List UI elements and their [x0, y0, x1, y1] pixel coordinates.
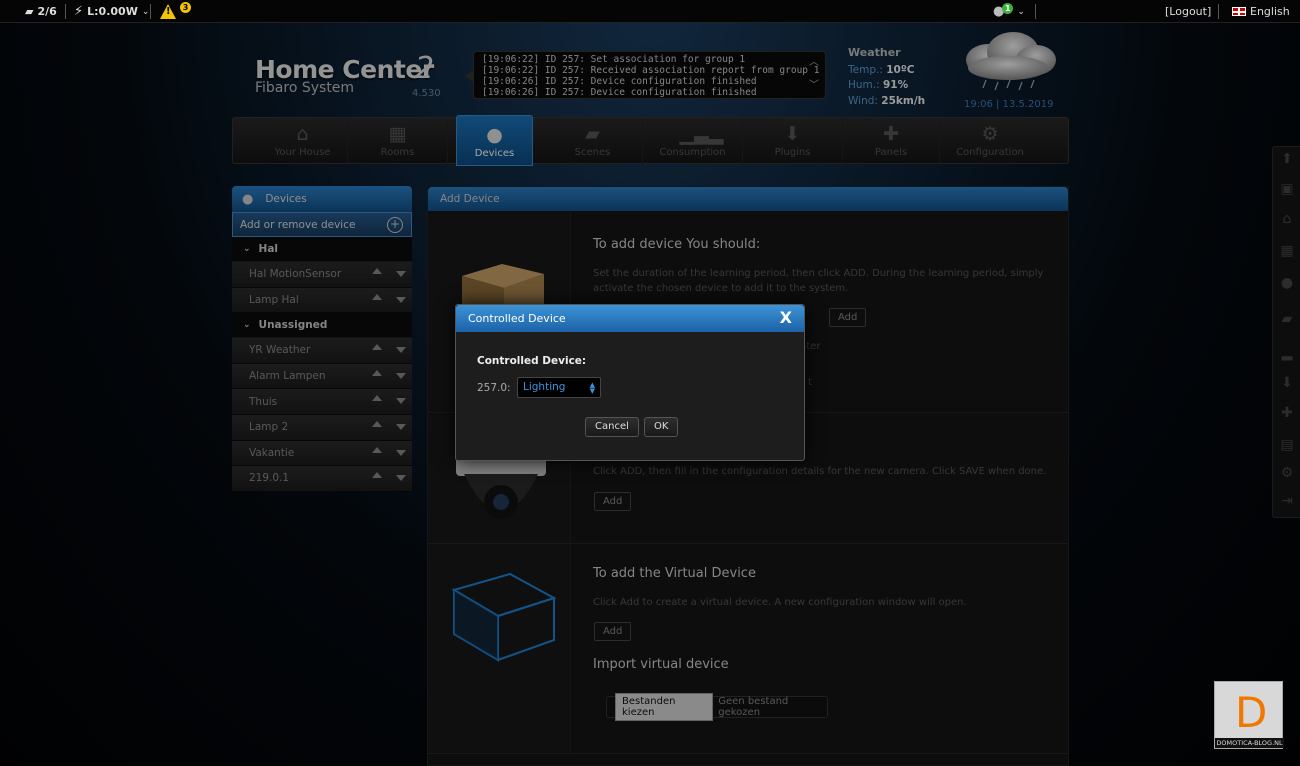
users-count: 1: [1002, 3, 1014, 14]
ok-button[interactable]: OK: [644, 417, 679, 437]
devices-count: 2/6: [37, 5, 57, 18]
close-button[interactable]: X: [780, 308, 792, 327]
language-label: English: [1250, 5, 1290, 18]
dialog-title: Controlled Device: [468, 312, 566, 325]
device-type-select[interactable]: Lighting ▲ ▼: [517, 377, 601, 398]
devices-status[interactable]: ▰ 2/6: [25, 0, 57, 23]
node-id-label: 257.0:: [477, 382, 511, 394]
chevron-down-icon: ⌄: [141, 6, 150, 17]
watermark-text: DOMOTICA-BLOG.NL: [1215, 738, 1284, 748]
warning-icon: [160, 4, 176, 19]
power-value: L:0.00W: [87, 5, 138, 18]
power-status[interactable]: ⚡ L:0.00W ⌄: [74, 0, 149, 23]
select-arrows-icon: ▲ ▼: [589, 381, 595, 395]
watermark-letter: D: [1235, 688, 1268, 737]
device-icon: ▰: [25, 5, 34, 18]
top-bar: ▰ 2/6 ⚡ L:0.00W ⌄ 3 ● 1 ⌄ [Logout] Engli…: [0, 0, 1300, 23]
warnings-count: 3: [180, 2, 191, 13]
lightning-icon: ⚡: [74, 4, 84, 19]
logout-label: [Logout]: [1165, 5, 1212, 18]
watermark-logo: D DOMOTICA-BLOG.NL: [1214, 681, 1284, 749]
logout-link[interactable]: [Logout]: [1165, 0, 1211, 23]
selected-value: Lighting: [523, 381, 566, 393]
warnings-status[interactable]: 3: [160, 0, 191, 23]
cancel-button[interactable]: Cancel: [585, 417, 639, 437]
uk-flag-icon: [1232, 7, 1246, 16]
controlled-device-dialog: Controlled Device X Controlled Device: 2…: [455, 304, 805, 461]
users-status[interactable]: ● 1 ⌄: [993, 0, 1025, 23]
language-selector[interactable]: English: [1232, 0, 1290, 23]
chevron-down-icon: ⌄: [1017, 6, 1025, 17]
controlled-device-label: Controlled Device:: [477, 355, 587, 367]
dialog-header: Controlled Device X: [456, 305, 804, 332]
